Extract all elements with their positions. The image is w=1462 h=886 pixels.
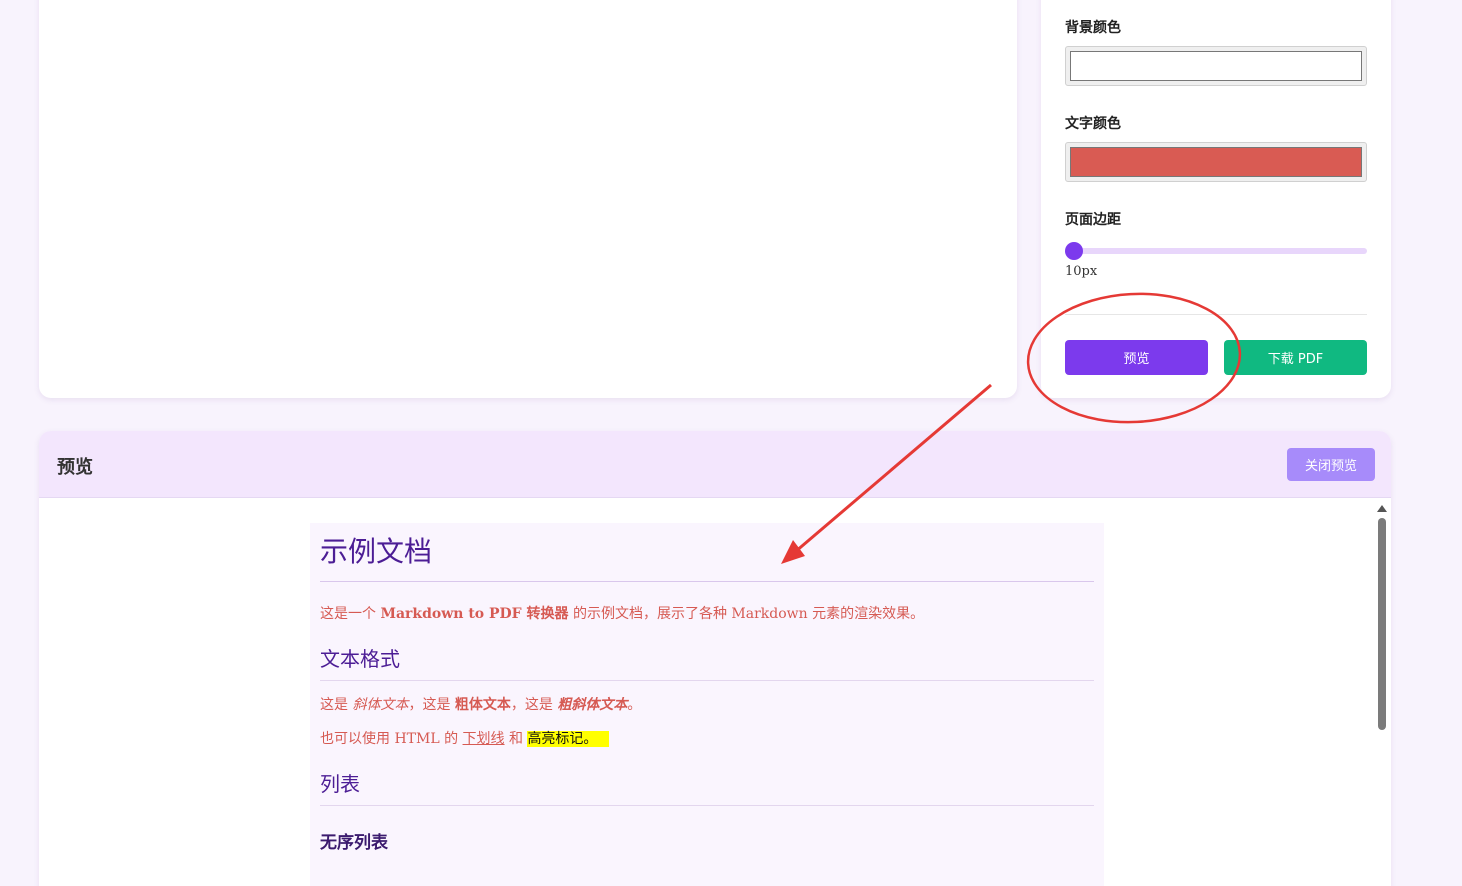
bg-color-label: 背景颜色	[1065, 20, 1121, 36]
settings-divider	[1065, 314, 1367, 315]
preview-scrollbar[interactable]	[1377, 505, 1387, 886]
markdown-editor[interactable]	[39, 0, 1017, 398]
bold-italic-text: 粗斜体文本	[557, 697, 628, 713]
bold-text: 粗体文本	[454, 697, 511, 713]
bold-text: Markdown to PDF 转换器	[380, 606, 569, 622]
doc-format-paragraph: 这是 斜体文本，这是 粗体文本，这是 粗斜体文本。	[320, 695, 1094, 715]
margin-slider-handle[interactable]	[1065, 242, 1083, 260]
text-span: ，这是	[510, 697, 558, 713]
scroll-thumb[interactable]	[1378, 518, 1386, 730]
highlighted-text: 高亮标记。	[527, 731, 610, 747]
preview-document: 示例文档 这是一个 Markdown to PDF 转换器 的示例文档，展示了各…	[310, 523, 1104, 886]
text-color-label: 文字颜色	[1065, 116, 1121, 132]
margin-value: 10px	[1065, 264, 1098, 279]
preview-header: 预览 关闭预览	[39, 431, 1391, 498]
text-span: 也可以使用 HTML 的	[320, 731, 463, 747]
doc-html-paragraph: 也可以使用 HTML 的 下划线 和 高亮标记。	[320, 729, 1094, 749]
text-span: 这是一个	[320, 606, 381, 622]
text-color-picker[interactable]	[1065, 142, 1367, 182]
doc-heading-unordered-list: 无序列表	[320, 833, 388, 853]
doc-intro-paragraph: 这是一个 Markdown to PDF 转换器 的示例文档，展示了各种 Mar…	[320, 604, 1094, 624]
close-preview-button[interactable]: 关闭预览	[1287, 448, 1375, 481]
settings-panel: 背景颜色 文字颜色 页面边距 10px 预览 下载 PDF	[1041, 0, 1391, 398]
text-span: 。	[627, 697, 642, 713]
italic-text: 斜体文本	[352, 697, 409, 713]
doc-heading-1: 示例文档	[320, 523, 1094, 582]
margin-slider-track[interactable]	[1065, 248, 1367, 254]
text-color-swatch	[1070, 147, 1362, 177]
preview-panel: 预览 关闭预览 示例文档 这是一个 Markdown to PDF 转换器 的示…	[39, 431, 1391, 886]
text-span: 这是	[320, 697, 353, 713]
doc-heading-list: 列表	[320, 771, 1094, 806]
preview-button[interactable]: 预览	[1065, 340, 1208, 375]
bg-color-picker[interactable]	[1065, 46, 1367, 86]
margin-label: 页面边距	[1065, 212, 1121, 228]
bg-color-swatch	[1070, 51, 1362, 81]
doc-heading-text-format: 文本格式	[320, 646, 1094, 681]
text-span: 和	[504, 731, 528, 747]
text-span: 的示例文档，展示了各种 Markdown 元素的渲染效果。	[568, 606, 925, 622]
download-pdf-button[interactable]: 下载 PDF	[1224, 340, 1367, 375]
text-span: ，这是	[408, 697, 455, 713]
preview-title: 预览	[57, 457, 93, 478]
scroll-up-arrow-icon[interactable]	[1377, 505, 1387, 512]
underlined-text: 下划线	[462, 731, 505, 747]
